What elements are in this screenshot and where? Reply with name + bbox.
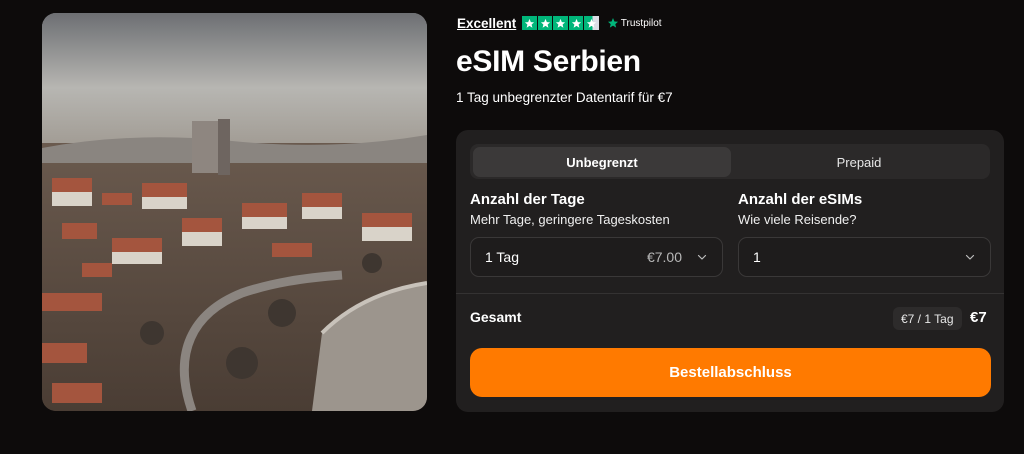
days-title: Anzahl der Tage [470, 191, 585, 208]
days-selected-value: 1 Tag [485, 249, 519, 265]
trustpilot-rating[interactable]: Excellent Trustpilot [457, 14, 662, 32]
esims-title: Anzahl der eSIMs [738, 191, 863, 208]
tab-unbegrenzt[interactable]: Unbegrenzt [473, 147, 731, 177]
page-title: eSIM Serbien [456, 45, 641, 78]
total-price: €7 [970, 309, 987, 326]
checkout-button[interactable]: Bestellabschluss [470, 348, 991, 397]
chevron-down-icon [965, 254, 975, 260]
plan-type-tabs: Unbegrenzt Prepaid [470, 144, 990, 179]
tab-prepaid[interactable]: Prepaid [730, 147, 988, 177]
trustpilot-brand-text: Trustpilot [620, 17, 662, 29]
esims-selected-value: 1 [753, 249, 761, 265]
days-subtitle: Mehr Tage, geringere Tageskosten [470, 212, 670, 227]
trustpilot-star-icon [607, 18, 618, 28]
rating-label[interactable]: Excellent [457, 16, 516, 31]
per-day-badge: €7 / 1 Tag [893, 307, 962, 330]
destination-photo [42, 13, 427, 411]
days-select[interactable]: 1 Tag €7.00 [470, 237, 723, 277]
esims-subtitle: Wie viele Reisende? [738, 212, 857, 227]
days-price: €7.00 [646, 249, 682, 265]
half-star-icon [584, 15, 599, 31]
chevron-down-icon [697, 254, 707, 260]
rating-stars [522, 15, 599, 31]
esims-select[interactable]: 1 [738, 237, 991, 277]
total-label: Gesamt [470, 309, 522, 325]
star-icon [522, 15, 537, 31]
star-icon [568, 15, 584, 31]
trustpilot-logo[interactable]: Trustpilot [607, 17, 662, 29]
star-icon [537, 15, 553, 31]
star-icon [553, 15, 568, 31]
plan-selector-card: Unbegrenzt Prepaid Anzahl der Tage Mehr … [456, 130, 1004, 412]
plan-subtitle: 1 Tag unbegrenzter Datentarif für €7 [456, 90, 673, 105]
divider [456, 293, 1004, 294]
